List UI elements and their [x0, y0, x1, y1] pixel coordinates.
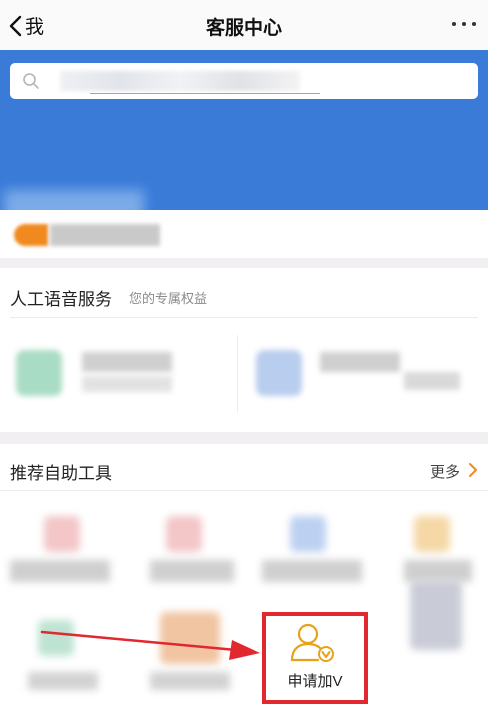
blurred-service-text: [404, 372, 460, 390]
blurred-service-text: [320, 352, 400, 372]
section-title: 人工语音服务: [10, 290, 112, 309]
navigation-bar: 我 客服中心: [0, 0, 488, 50]
blurred-tool-label: [28, 672, 98, 690]
blurred-tool-label: [150, 672, 230, 690]
page-title: 客服中心: [205, 18, 282, 39]
blurred-tool-label: [10, 560, 110, 582]
blurred-tool-icon[interactable]: [166, 516, 202, 552]
search-icon: [23, 73, 39, 89]
section-subtitle: 您的专属权益: [129, 291, 208, 306]
blurred-tool-label: [150, 560, 234, 582]
blurred-tool-label: [262, 560, 362, 582]
divider: [10, 317, 478, 318]
red-arrow: [40, 630, 260, 660]
blurred-tool-icon[interactable]: [290, 516, 326, 552]
search-underline: [90, 93, 320, 94]
divider: [0, 490, 488, 491]
chevron-right-icon: [469, 463, 477, 477]
tool-label: 申请加V: [287, 673, 343, 690]
blurred-strip-text: [50, 224, 160, 246]
notice-strip[interactable]: [0, 210, 488, 258]
search-input[interactable]: [10, 63, 478, 99]
blurred-tool-label: [404, 560, 472, 582]
blurred-tool-icon[interactable]: [414, 516, 450, 552]
blurred-service-icon[interactable]: [16, 350, 62, 396]
apply-verify-tool[interactable]: 申请加V: [262, 612, 368, 704]
blurred-service-icon[interactable]: [256, 350, 302, 396]
blurred-service-text: [82, 352, 172, 372]
blurred-tool-icon[interactable]: [44, 516, 80, 552]
divider-vertical: [237, 335, 238, 413]
more-link[interactable]: 更多: [430, 461, 460, 482]
voice-service-section: 人工语音服务 您的专属权益: [0, 268, 488, 432]
blurred-tool-icon[interactable]: [410, 580, 462, 650]
more-dots-icon[interactable]: [452, 22, 476, 26]
blurred-search-placeholder: [60, 71, 300, 91]
blurred-service-text: [82, 376, 172, 392]
blurred-orange-badge: [14, 224, 48, 246]
section-title: 推荐自助工具: [10, 464, 112, 483]
user-verify-icon: [290, 623, 334, 662]
